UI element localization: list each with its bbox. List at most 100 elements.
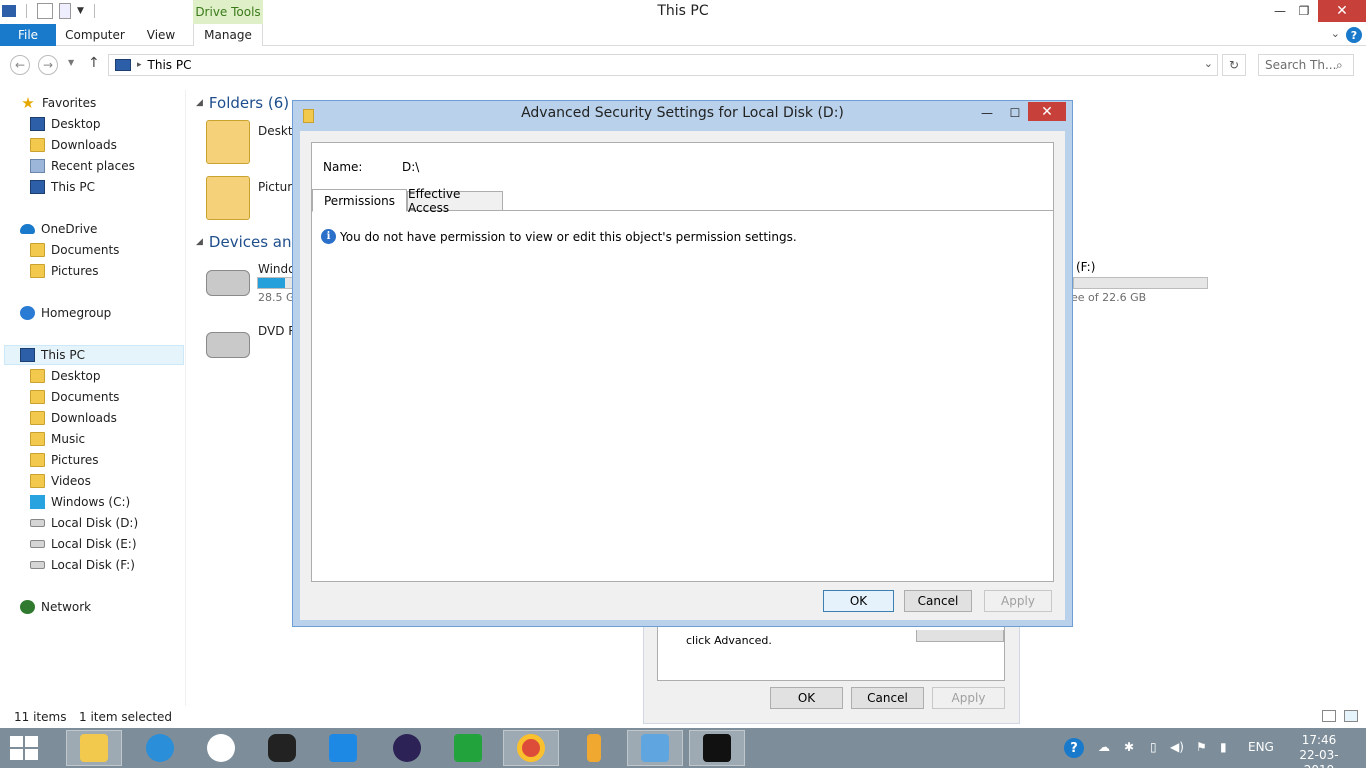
file-explorer-taskbar-icon[interactable] — [66, 730, 122, 766]
collapse-icon[interactable]: ◢ — [196, 237, 203, 247]
back-button[interactable]: ← — [10, 55, 30, 75]
cancel-button[interactable]: Cancel — [904, 590, 972, 612]
windows-drive-icon — [30, 495, 45, 509]
restore-button[interactable]: ❐ — [1290, 0, 1318, 22]
nav-pc-videos[interactable]: Videos — [30, 471, 91, 491]
help-icon[interactable]: ? — [1346, 27, 1362, 43]
apply-button[interactable]: Apply — [932, 687, 1005, 709]
ok-button[interactable]: OK — [823, 590, 894, 612]
info-icon: i — [321, 229, 336, 244]
hp-taskbar-icon[interactable] — [193, 730, 249, 766]
nav-onedrive[interactable]: OneDrive — [20, 219, 97, 239]
cancel-button[interactable]: Cancel — [851, 687, 924, 709]
onedrive-icon — [20, 224, 35, 234]
folder-icon — [30, 243, 45, 257]
network-icon — [20, 600, 35, 614]
address-bar[interactable]: ▸ This PC ⌄ — [108, 54, 1218, 76]
nav-this-pc[interactable]: This PC — [4, 345, 184, 365]
refresh-button[interactable]: ↻ — [1222, 54, 1246, 76]
nav-pc-downloads[interactable]: Downloads — [30, 408, 117, 428]
dialog-body: Name: D:\ Permissions Effective Access i… — [300, 131, 1065, 620]
nav-fav-downloads[interactable]: Downloads — [30, 135, 117, 155]
advanced-hint-text: click Advanced. — [686, 634, 772, 647]
nav-fav-this-pc[interactable]: This PC — [30, 177, 95, 197]
large-icons-view-icon[interactable] — [1344, 710, 1358, 722]
tab-effective-access[interactable]: Effective Access — [407, 187, 503, 215]
navigation-bar: ← → ▼ ↑ ▸ This PC ⌄ ↻ Search Th... ⌕ — [0, 52, 1366, 78]
onedrive-tray-icon[interactable]: ☁ — [1098, 740, 1110, 754]
tab-permissions[interactable]: Permissions — [312, 189, 407, 212]
nav-pc-desktop[interactable]: Desktop — [30, 366, 101, 386]
help-tray-icon[interactable]: ? — [1064, 738, 1084, 758]
nav-pc-music[interactable]: Music — [30, 429, 85, 449]
settings-panel: Name: D:\ Permissions Effective Access i… — [311, 142, 1054, 582]
nav-onedrive-pictures[interactable]: Pictures — [30, 261, 99, 281]
close-button[interactable]: ✕ — [1318, 0, 1366, 22]
control-panel-taskbar-icon[interactable] — [627, 730, 683, 766]
drive-f-label[interactable]: (F:) — [1076, 260, 1095, 274]
network-tray-icon[interactable]: ▮ — [1220, 740, 1227, 754]
command-prompt-taskbar-icon[interactable] — [689, 730, 745, 766]
taskbar: ? ☁ ✱ ▯ ◀) ⚑ ▮ ENG 17:46 22-03-2019 — [0, 728, 1366, 768]
new-folder-icon[interactable] — [59, 3, 71, 19]
capacity-bar — [257, 277, 293, 289]
nav-label: Favorites — [42, 96, 97, 110]
nav-pc-local-disk-d[interactable]: Local Disk (D:) — [30, 513, 138, 533]
touch-app-taskbar-icon[interactable] — [315, 730, 371, 766]
volume-tray-icon[interactable]: ◀) — [1170, 740, 1184, 754]
tab-manage[interactable]: Manage — [193, 24, 263, 46]
properties-icon[interactable] — [37, 3, 53, 19]
devices-section-header[interactable]: ◢ Devices and — [196, 233, 301, 251]
action-center-flag-icon[interactable]: ⚑ — [1196, 740, 1207, 754]
nav-pc-local-disk-f[interactable]: Local Disk (F:) — [30, 555, 135, 575]
breadcrumb[interactable]: This PC — [148, 58, 192, 72]
up-arrow-icon[interactable]: ↑ — [88, 55, 100, 71]
search-icon[interactable]: ⌕ — [1336, 58, 1343, 73]
nav-homegroup[interactable]: Homegroup — [20, 303, 111, 323]
store-taskbar-icon[interactable] — [440, 730, 496, 766]
eclipse-taskbar-icon[interactable] — [379, 730, 435, 766]
language-indicator[interactable]: ENG — [1248, 740, 1274, 754]
camera-taskbar-icon[interactable] — [254, 730, 310, 766]
breadcrumb-arrow-icon[interactable]: ▸ — [137, 60, 142, 70]
start-button[interactable] — [10, 736, 38, 760]
folder-tile[interactable]: Deskto — [206, 120, 300, 164]
forward-button[interactable]: → — [38, 55, 58, 75]
maximize-button[interactable]: ☐ — [1001, 103, 1029, 123]
apply-button[interactable]: Apply — [984, 590, 1052, 612]
nav-network[interactable]: Network — [20, 597, 91, 617]
internet-explorer-taskbar-icon[interactable] — [132, 730, 188, 766]
close-button[interactable]: ✕ — [1028, 102, 1066, 121]
nav-pc-windows-c[interactable]: Windows (C:) — [30, 492, 130, 512]
message-text: You do not have permission to view or ed… — [340, 229, 797, 244]
nav-pc-documents[interactable]: Documents — [30, 387, 119, 407]
bluetooth-tray-icon[interactable]: ✱ — [1124, 740, 1134, 754]
expand-ribbon-chevron-icon[interactable]: ⌄ — [1331, 27, 1340, 40]
chrome-taskbar-icon[interactable] — [503, 730, 559, 766]
tools-taskbar-icon[interactable] — [566, 730, 622, 766]
tab-computer[interactable]: Computer — [60, 24, 130, 46]
nav-pc-pictures[interactable]: Pictures — [30, 450, 99, 470]
folder-icon — [30, 474, 45, 488]
tab-file[interactable]: File — [0, 24, 56, 46]
nav-onedrive-documents[interactable]: Documents — [30, 240, 119, 260]
clock[interactable]: 17:46 22-03-2019 — [1290, 733, 1348, 768]
battery-tray-icon[interactable]: ▯ — [1150, 740, 1157, 754]
nav-favorites[interactable]: ★ Favorites — [20, 93, 96, 113]
tab-view[interactable]: View — [136, 24, 186, 46]
minimize-button[interactable]: — — [973, 103, 1001, 123]
folder-tile[interactable]: Picture — [206, 176, 299, 220]
nav-pc-local-disk-e[interactable]: Local Disk (E:) — [30, 534, 137, 554]
collapse-icon[interactable]: ◢ — [196, 98, 203, 108]
ok-button[interactable]: OK — [770, 687, 843, 709]
nav-fav-desktop[interactable]: Desktop — [30, 114, 101, 134]
advanced-button[interactable] — [916, 630, 1004, 642]
computer-icon[interactable] — [2, 5, 16, 17]
folders-section-header[interactable]: ◢ Folders (6) — [196, 94, 289, 112]
drive-tile-dvd[interactable]: DVD R — [206, 320, 297, 358]
address-dropdown-icon[interactable]: ⌄ — [1204, 57, 1213, 70]
customize-toolbar-icon[interactable]: ▼ — [77, 6, 84, 16]
recent-locations-icon[interactable]: ▼ — [68, 58, 74, 67]
nav-fav-recent-places[interactable]: Recent places — [30, 156, 135, 176]
details-view-icon[interactable] — [1322, 710, 1336, 722]
